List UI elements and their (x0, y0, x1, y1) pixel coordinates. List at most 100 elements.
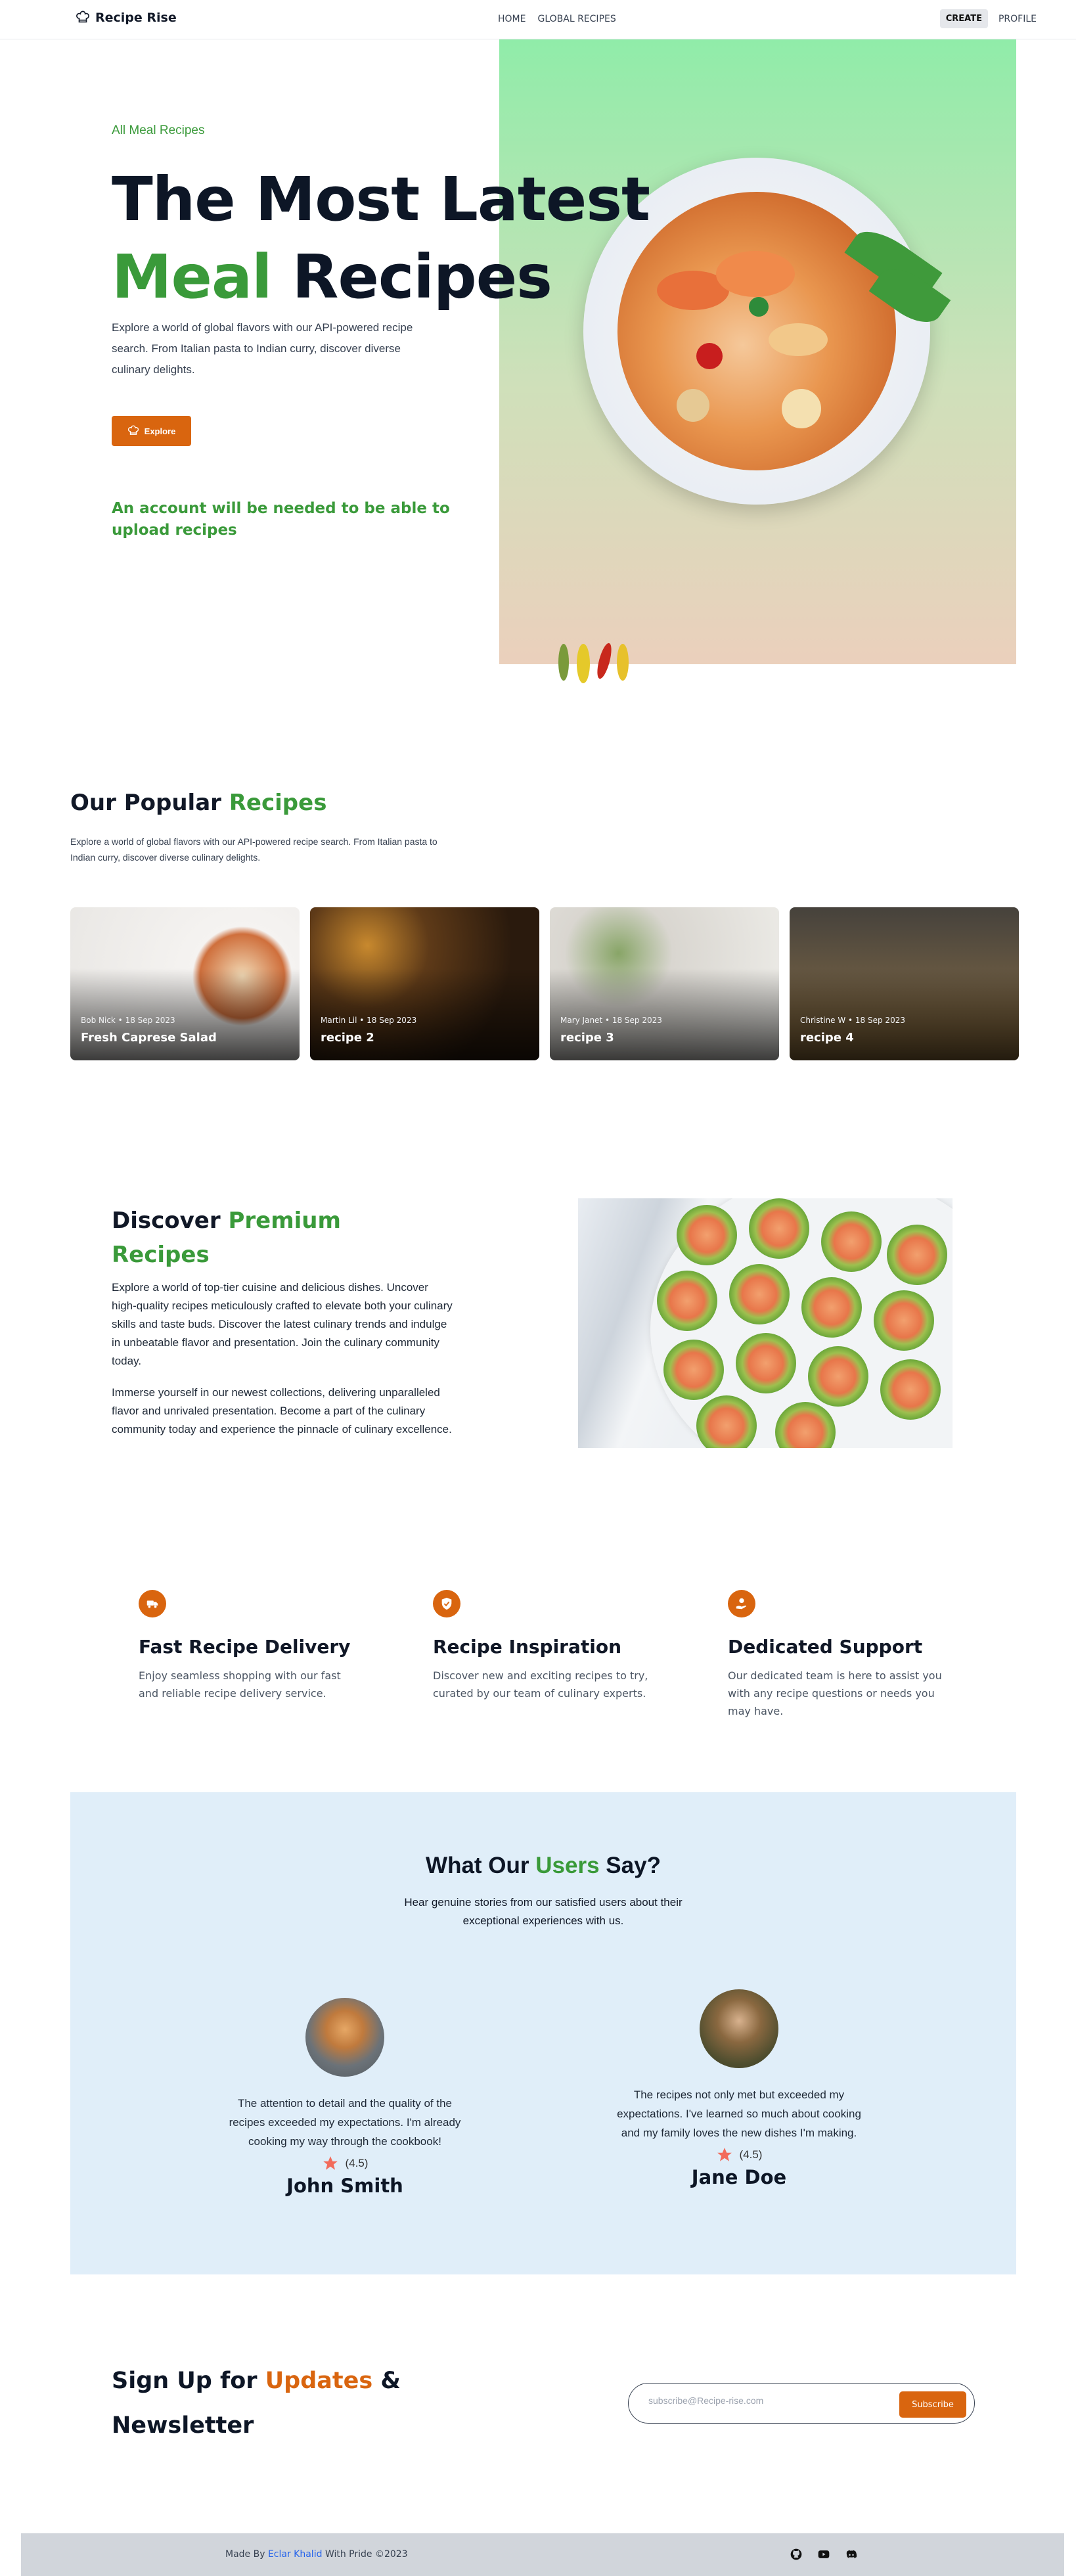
explore-button-label: Explore (144, 426, 176, 436)
avatar (700, 1989, 778, 2068)
support-hand-icon (728, 1590, 755, 1617)
account-required-note: An account will be needed to be able to … (112, 500, 450, 539)
feature-description: Our dedicated team is here to assist you… (728, 1669, 942, 1717)
popular-description: Explore a world of global flavors with o… (70, 836, 437, 863)
top-navbar: Recipe Rise HOME GLOBAL RECIPES CREATE P… (0, 0, 1076, 39)
feature-item: Dedicated Support Our dedicated team is … (728, 1590, 951, 1720)
feature-description: Enjoy seamless shopping with our fast an… (139, 1669, 341, 1700)
bowl-food (617, 192, 896, 470)
testimonials-title-green: Users (535, 1853, 600, 1878)
testimonial-quote: The attention to detail and the quality … (229, 2097, 461, 2148)
testimonial-name: John Smith (286, 2175, 403, 2197)
hero-title-dark-word: Recipes (292, 242, 552, 312)
subscribe-form: Subscribe (628, 2383, 975, 2424)
footer: Made By Eclar Khalid With Pride ©2023 (21, 2533, 1064, 2576)
recipe-card[interactable]: Bob Nick • 18 Sep 2023 Fresh Caprese Sal… (70, 907, 300, 1060)
brand-name: Recipe Rise (95, 11, 177, 25)
popular-title: Our Popular Recipes (70, 790, 326, 816)
recipe-card-title: recipe 4 (800, 1031, 854, 1045)
testimonial-name: Jane Doe (691, 2166, 787, 2188)
explore-button[interactable]: Explore (112, 416, 191, 446)
star-icon (323, 2156, 338, 2170)
feature-title: Dedicated Support (728, 1636, 923, 1658)
shrimp-bite (808, 1346, 868, 1407)
hero-title: The Most Latest Meal Recipes (104, 156, 723, 316)
card-overlay (790, 968, 1019, 1060)
shrimp-bite (677, 1205, 737, 1265)
card-overlay (310, 968, 539, 1060)
recipe-card-title: recipe 3 (560, 1031, 614, 1045)
hero-description: Explore a world of global flavors with o… (112, 321, 413, 376)
discord-icon[interactable] (845, 2548, 858, 2561)
youtube-icon[interactable] (817, 2548, 830, 2561)
hero-title-line1: The Most Latest (112, 164, 650, 235)
chef-hat-icon (76, 11, 89, 23)
recipe-card-title: recipe 2 (321, 1031, 374, 1045)
github-icon[interactable] (790, 2548, 803, 2561)
testimonial-quote: The recipes not only met but exceeded my… (617, 2089, 861, 2139)
hero-title-line2: Meal Recipes (112, 238, 650, 316)
subscribe-button[interactable]: Subscribe (899, 2391, 966, 2418)
nav-actions: CREATE PROFILE (939, 9, 1037, 28)
testimonial-card: The attention to detail and the quality … (213, 1998, 476, 2197)
card-overlay (70, 968, 300, 1060)
testimonials-section: What Our Users Say? Hear genuine stories… (70, 1792, 1016, 2274)
avatar (305, 1998, 384, 2077)
popular-title-dark: Our Popular (70, 790, 221, 816)
recipe-card[interactable]: Martin Lil • 18 Sep 2023 recipe 2 (310, 907, 539, 1060)
star-icon (717, 2148, 732, 2161)
nav-links: HOME GLOBAL RECIPES (498, 14, 616, 24)
feature-item: Fast Recipe Delivery Enjoy seamless shop… (139, 1590, 362, 1702)
premium-title-dark: Discover (112, 1208, 221, 1234)
feature-description: Discover new and exciting recipes to try… (433, 1669, 648, 1700)
social-links (790, 2548, 858, 2561)
create-button[interactable]: CREATE (939, 9, 988, 28)
footer-suffix: With Pride ©2023 (325, 2549, 408, 2560)
shrimp-bite (821, 1211, 882, 1272)
nav-link-home[interactable]: HOME (498, 14, 526, 24)
feature-title: Fast Recipe Delivery (139, 1636, 351, 1658)
subscribe-email-input[interactable] (648, 2395, 865, 2406)
shrimp-bite (874, 1290, 934, 1351)
testimonial-card: The recipes not only met but exceeded my… (608, 1989, 870, 2188)
shrimp-bite (880, 1359, 941, 1420)
premium-paragraph-1: Explore a world of top-tier cuisine and … (112, 1281, 453, 1367)
recipe-card[interactable]: Christine W • 18 Sep 2023 recipe 4 (790, 907, 1019, 1060)
popular-title-green: Recipes (229, 790, 327, 816)
shrimp-bite (887, 1225, 947, 1285)
card-overlay (550, 968, 779, 1060)
newsletter-title-a: Sign Up for (112, 2368, 258, 2394)
footer-made-by: Made By (225, 2549, 265, 2560)
recipe-card-meta: Bob Nick • 18 Sep 2023 (81, 1016, 175, 1025)
rating: (4.5) (608, 2146, 870, 2163)
rating: (4.5) (213, 2155, 476, 2172)
testimonials-title: What Our Users Say? (70, 1853, 1016, 1879)
recipe-card-meta: Christine W • 18 Sep 2023 (800, 1016, 905, 1025)
shrimp-bite (736, 1333, 796, 1393)
recipe-card-meta: Mary Janet • 18 Sep 2023 (560, 1016, 662, 1025)
recipe-card-title: Fresh Caprese Salad (81, 1031, 217, 1045)
newsletter-title-orange: Updates (265, 2368, 373, 2394)
chef-hat-icon (127, 425, 139, 435)
rating-value: (4.5) (345, 2157, 369, 2169)
shrimp-bite (801, 1277, 862, 1338)
recipe-card[interactable]: Mary Janet • 18 Sep 2023 recipe 3 (550, 907, 779, 1060)
testimonials-title-b: Say? (606, 1853, 661, 1878)
testimonials-title-a: What Our (426, 1853, 529, 1878)
recipe-card-meta: Martin Lil • 18 Sep 2023 (321, 1016, 417, 1025)
premium-shrimp-image (578, 1198, 953, 1448)
profile-link[interactable]: PROFILE (998, 14, 1037, 24)
rating-value: (4.5) (739, 2148, 763, 2161)
footer-credit: Made By Eclar Khalid With Pride ©2023 (225, 2549, 408, 2560)
hero-caption: All Meal Recipes (112, 124, 205, 137)
shrimp-bite (663, 1340, 724, 1400)
shrimp-bite (657, 1271, 717, 1331)
footer-author-link[interactable]: Eclar Khalid (268, 2549, 323, 2560)
nav-link-global-recipes[interactable]: GLOBAL RECIPES (537, 14, 616, 24)
brand-logo[interactable]: Recipe Rise (76, 11, 177, 25)
shrimp-bite (749, 1198, 809, 1259)
premium-title: Discover Premium Recipes (112, 1204, 388, 1272)
vegetables-decoration (558, 643, 629, 683)
testimonials-subtitle: Hear genuine stories from our satisfied … (404, 1896, 683, 1927)
delivery-truck-icon (139, 1590, 166, 1617)
